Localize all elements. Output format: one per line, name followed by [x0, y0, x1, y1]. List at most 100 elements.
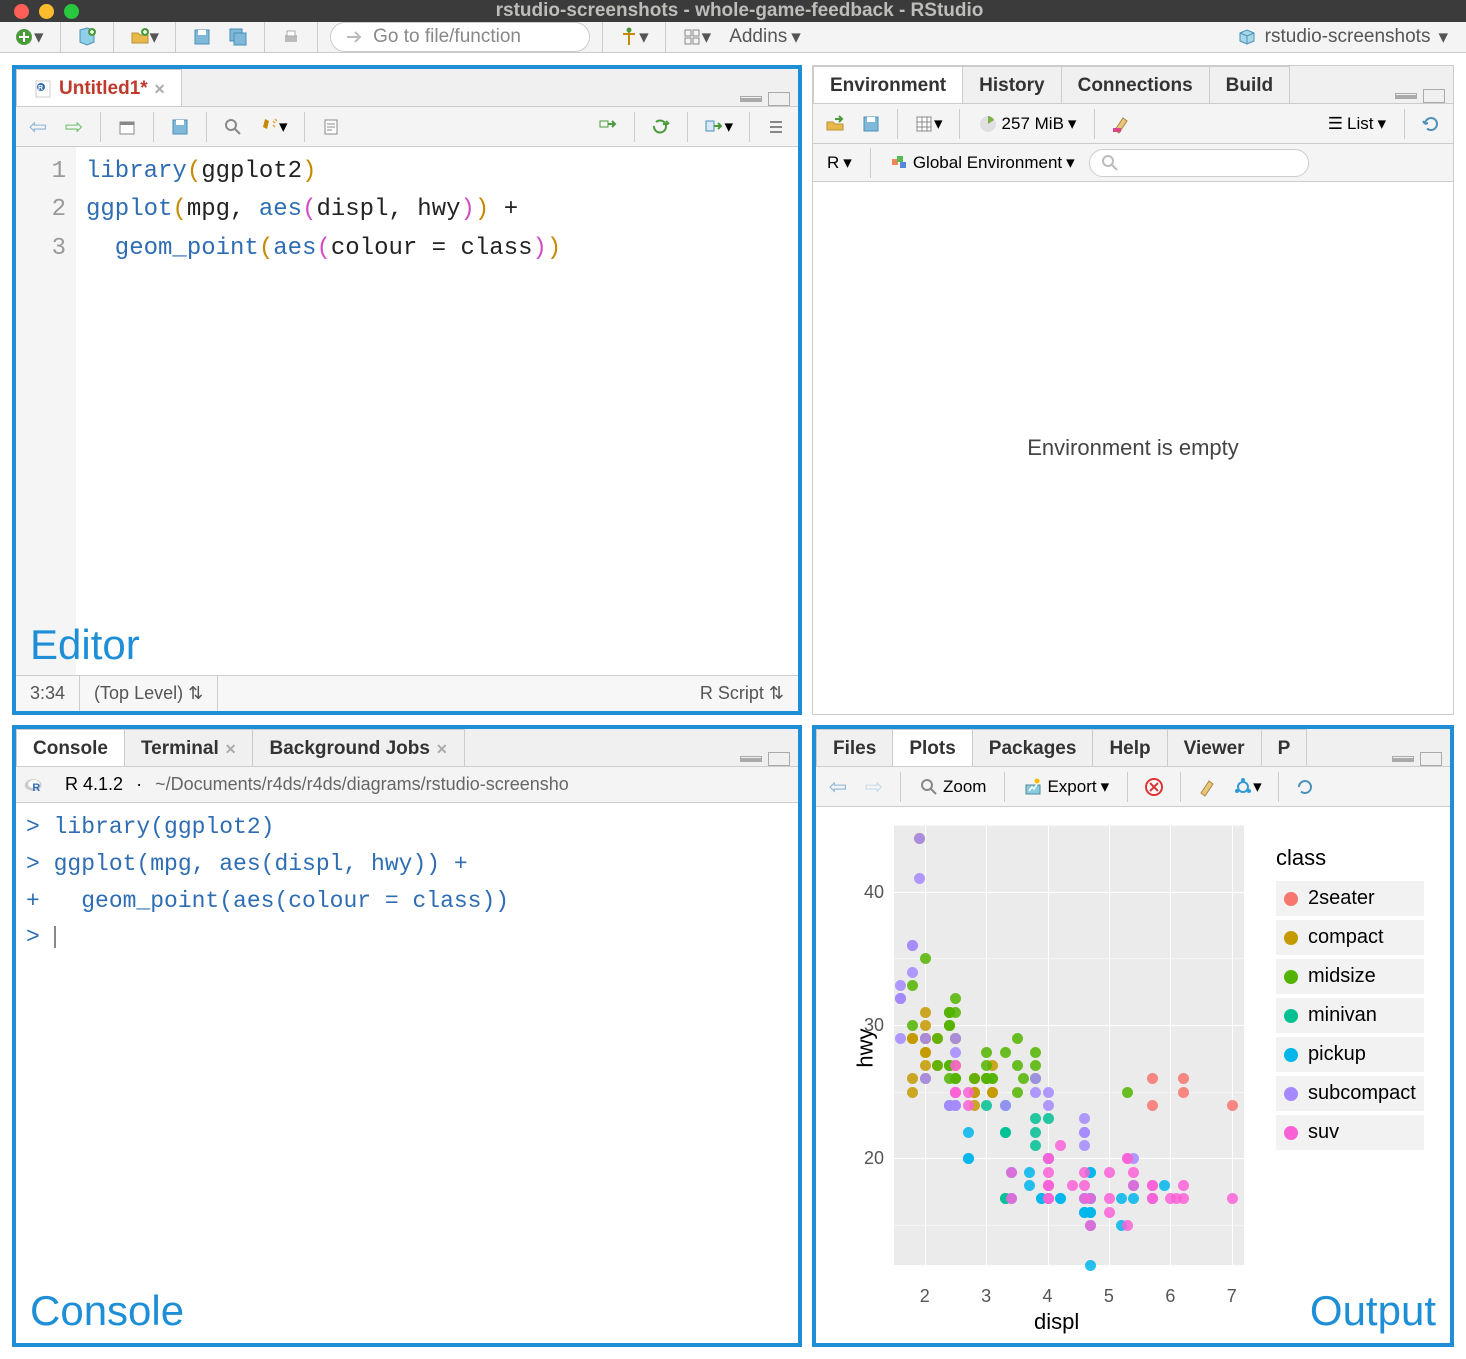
- code-tools-button[interactable]: ▾: [255, 112, 292, 142]
- tab-connections[interactable]: Connections: [1061, 66, 1210, 103]
- compile-report-button[interactable]: [317, 112, 345, 142]
- maximize-pane-icon[interactable]: [768, 92, 790, 106]
- close-window-button[interactable]: [14, 4, 29, 19]
- console-tabbar: ConsoleTerminal ✕Background Jobs ✕: [16, 729, 798, 767]
- save-button[interactable]: [188, 22, 216, 52]
- addins-menu[interactable]: Addins ▾: [723, 22, 807, 52]
- legend-title: class: [1276, 845, 1424, 871]
- r-version: R 4.1.2: [65, 774, 123, 795]
- outline-button[interactable]: [762, 112, 790, 142]
- open-file-button[interactable]: ▾: [126, 22, 164, 52]
- clear-plots-button[interactable]: [1193, 772, 1221, 802]
- project-cube-icon: [1237, 27, 1257, 47]
- maximize-pane-icon[interactable]: [1420, 752, 1442, 766]
- environment-scopebar: R ▾ Global Environment ▾: [813, 144, 1453, 182]
- environment-toolbar: ▾ 257 MiB ▾ ☰ List ▾: [813, 104, 1453, 144]
- pie-icon: [978, 114, 998, 134]
- minimize-pane-icon[interactable]: [740, 756, 762, 762]
- svg-text:R: R: [38, 85, 43, 92]
- remove-plot-button[interactable]: [1140, 772, 1168, 802]
- rerun-button[interactable]: [647, 112, 675, 142]
- refresh-plot-button[interactable]: [1291, 772, 1319, 802]
- env-search-input[interactable]: [1089, 149, 1309, 177]
- goto-file-function-input[interactable]: Go to file/function: [330, 22, 590, 52]
- new-file-button[interactable]: ▾: [10, 22, 48, 52]
- minimize-pane-icon[interactable]: [740, 96, 762, 102]
- maximize-pane-icon[interactable]: [768, 752, 790, 766]
- memory-usage[interactable]: 257 MiB ▾: [972, 109, 1083, 139]
- main-toolbar: ▾ ▾ Go to file/function ▾ ▾ Addins ▾ rst…: [0, 22, 1466, 53]
- tab-help[interactable]: Help: [1092, 729, 1167, 766]
- editor-save-button[interactable]: [166, 112, 194, 142]
- console-body[interactable]: > library(ggplot2)> ggplot(mpg, aes(disp…: [16, 803, 798, 1343]
- find-button[interactable]: [219, 112, 247, 142]
- grid-button[interactable]: ▾: [678, 22, 716, 52]
- view-mode-selector[interactable]: ☰ List ▾: [1322, 109, 1392, 139]
- environment-tabbar: EnvironmentHistoryConnectionsBuild: [813, 66, 1453, 104]
- scope-selector[interactable]: (Top Level) ⇅: [80, 676, 218, 711]
- tab-history[interactable]: History: [962, 66, 1061, 103]
- environment-body: Environment is empty: [813, 182, 1453, 714]
- language-selector[interactable]: R ▾: [821, 151, 858, 175]
- traffic-lights: [0, 4, 93, 19]
- editor-toolbar: ⇦ ⇨ ▾ ▾: [16, 107, 798, 147]
- import-dataset-button[interactable]: ▾: [910, 109, 947, 139]
- run-button[interactable]: [594, 112, 622, 142]
- tab-terminal[interactable]: Terminal ✕: [124, 729, 254, 766]
- tab-console[interactable]: Console: [16, 729, 125, 766]
- tab-plots[interactable]: Plots: [892, 729, 972, 766]
- tab-viewer[interactable]: Viewer: [1167, 729, 1262, 766]
- close-tab-icon[interactable]: ✕: [154, 81, 166, 98]
- minimize-pane-icon[interactable]: [1395, 93, 1417, 99]
- editor-body[interactable]: 123 library(ggplot2)ggplot(mpg, aes(disp…: [16, 147, 798, 675]
- publish-button[interactable]: ▾: [1229, 772, 1266, 802]
- output-window-controls: [1384, 752, 1450, 766]
- editor-tab-untitled[interactable]: R Untitled1* ✕: [16, 69, 182, 106]
- refresh-env-button[interactable]: [1417, 109, 1445, 139]
- save-workspace-button[interactable]: [857, 109, 885, 139]
- tab-background-jobs[interactable]: Background Jobs ✕: [252, 729, 464, 766]
- next-plot-button[interactable]: ⇨: [860, 772, 888, 802]
- load-workspace-button[interactable]: [821, 109, 849, 139]
- env-empty-message: Environment is empty: [1027, 435, 1239, 461]
- maximize-pane-icon[interactable]: [1423, 89, 1445, 103]
- line-gutter: 123: [16, 147, 76, 675]
- cursor-position: 3:34: [16, 676, 80, 711]
- new-project-button[interactable]: [73, 22, 101, 52]
- tab-packages[interactable]: Packages: [972, 729, 1094, 766]
- tab-p[interactable]: P: [1261, 729, 1308, 766]
- save-all-button[interactable]: [224, 22, 252, 52]
- goto-arrow-icon: [345, 27, 365, 47]
- legend-item-midsize: midsize: [1276, 959, 1424, 994]
- legend-item-compact: compact: [1276, 920, 1424, 955]
- source-button[interactable]: ▾: [700, 112, 737, 142]
- forward-button[interactable]: ⇨: [60, 112, 88, 142]
- r-file-icon: R: [33, 79, 53, 99]
- minimize-window-button[interactable]: [39, 4, 54, 19]
- print-button[interactable]: [277, 22, 305, 52]
- editor-tab-title: Untitled1*: [59, 78, 148, 100]
- editor-statusbar: 3:34 (Top Level) ⇅ R Script ⇅: [16, 675, 798, 711]
- zoom-button[interactable]: Zoom: [913, 772, 992, 802]
- language-selector[interactable]: R Script ⇅: [686, 676, 798, 711]
- editor-pane: R Untitled1* ✕ ⇦ ⇨ ▾: [12, 65, 802, 715]
- svg-text:R: R: [32, 781, 40, 793]
- code-area[interactable]: library(ggplot2)ggplot(mpg, aes(displ, h…: [76, 147, 798, 675]
- back-button[interactable]: ⇦: [24, 112, 52, 142]
- output-pane: FilesPlotsPackagesHelpViewerP ⇦ ⇨ Zoom E…: [812, 725, 1454, 1347]
- minimize-pane-icon[interactable]: [1392, 756, 1414, 762]
- tab-files[interactable]: Files: [816, 729, 893, 766]
- show-in-new-window-button[interactable]: [113, 112, 141, 142]
- window-title: rstudio-screenshots - whole-game-feedbac…: [93, 0, 1466, 22]
- tab-environment[interactable]: Environment: [813, 66, 963, 103]
- maximize-window-button[interactable]: [64, 4, 79, 19]
- project-menu[interactable]: rstudio-screenshots ▾: [1229, 26, 1456, 49]
- goto-placeholder: Go to file/function: [373, 26, 521, 48]
- tools-button[interactable]: ▾: [615, 22, 653, 52]
- prev-plot-button[interactable]: ⇦: [824, 772, 852, 802]
- tab-build[interactable]: Build: [1209, 66, 1291, 103]
- scope-icon: [889, 153, 909, 173]
- export-button[interactable]: Export ▾: [1017, 772, 1115, 802]
- scope-selector[interactable]: Global Environment ▾: [883, 151, 1081, 175]
- clear-workspace-button[interactable]: [1107, 109, 1135, 139]
